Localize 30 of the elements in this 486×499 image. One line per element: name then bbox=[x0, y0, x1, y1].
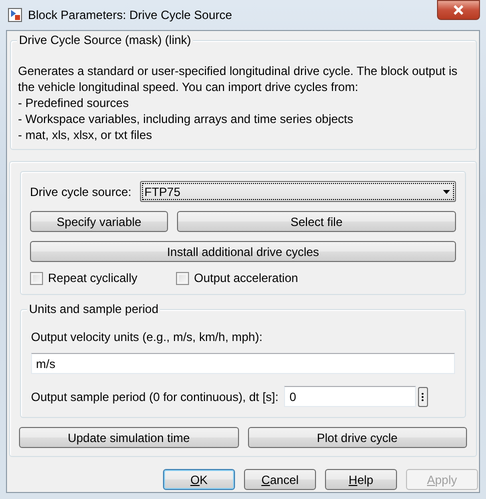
block-icon bbox=[8, 8, 22, 22]
input-field[interactable]: m/s bbox=[31, 353, 455, 374]
bullet-item: - Predefined sources bbox=[18, 95, 130, 111]
more-options-icon[interactable] bbox=[418, 386, 428, 406]
caret-icon bbox=[443, 190, 450, 194]
group-title: Units and sample period bbox=[27, 302, 160, 316]
action-button[interactable]: Install additional drive cycles bbox=[30, 241, 456, 262]
input-field[interactable]: 0 bbox=[284, 386, 416, 407]
checkbox-label: Output acceleration bbox=[194, 271, 298, 285]
dialog-button[interactable]: Cancel bbox=[244, 469, 316, 490]
dropdown[interactable]: FTP75 bbox=[140, 181, 456, 202]
checkbox[interactable] bbox=[176, 272, 189, 284]
bullet-item: - mat, xls, xlsx, or txt files bbox=[18, 127, 154, 143]
checkbox-label: Repeat cyclically bbox=[48, 271, 138, 285]
action-button[interactable]: Update simulation time bbox=[19, 427, 238, 448]
field-label: Drive cycle source: bbox=[30, 184, 132, 198]
window-title: Block Parameters: Drive Cycle Source bbox=[28, 8, 232, 22]
dialog-button[interactable]: Help bbox=[325, 469, 397, 490]
close-icon bbox=[453, 5, 464, 15]
group-title: Drive Cycle Source (mask) (link) bbox=[17, 33, 194, 47]
bullet-item: - Workspace variables, including arrays and time series objects bbox=[18, 111, 354, 127]
checkbox[interactable] bbox=[30, 272, 43, 284]
action-button[interactable]: Specify variable bbox=[30, 211, 168, 232]
action-button[interactable]: Select file bbox=[177, 211, 456, 232]
field-label: Output sample period (0 for continuous), dt [s]: bbox=[31, 390, 278, 404]
description-text: Generates a standard or user-specified longitudinal drive cycle. The block output is the vehicle longitudinal speed. You can import drive cycles from: bbox=[18, 63, 458, 95]
action-button[interactable]: Plot drive cycle bbox=[248, 427, 467, 448]
close-button[interactable] bbox=[437, 0, 480, 20]
field-label: Output velocity units (e.g., m/s, km/h, mph): bbox=[31, 330, 264, 344]
dialog-button[interactable]: OK bbox=[163, 469, 235, 490]
